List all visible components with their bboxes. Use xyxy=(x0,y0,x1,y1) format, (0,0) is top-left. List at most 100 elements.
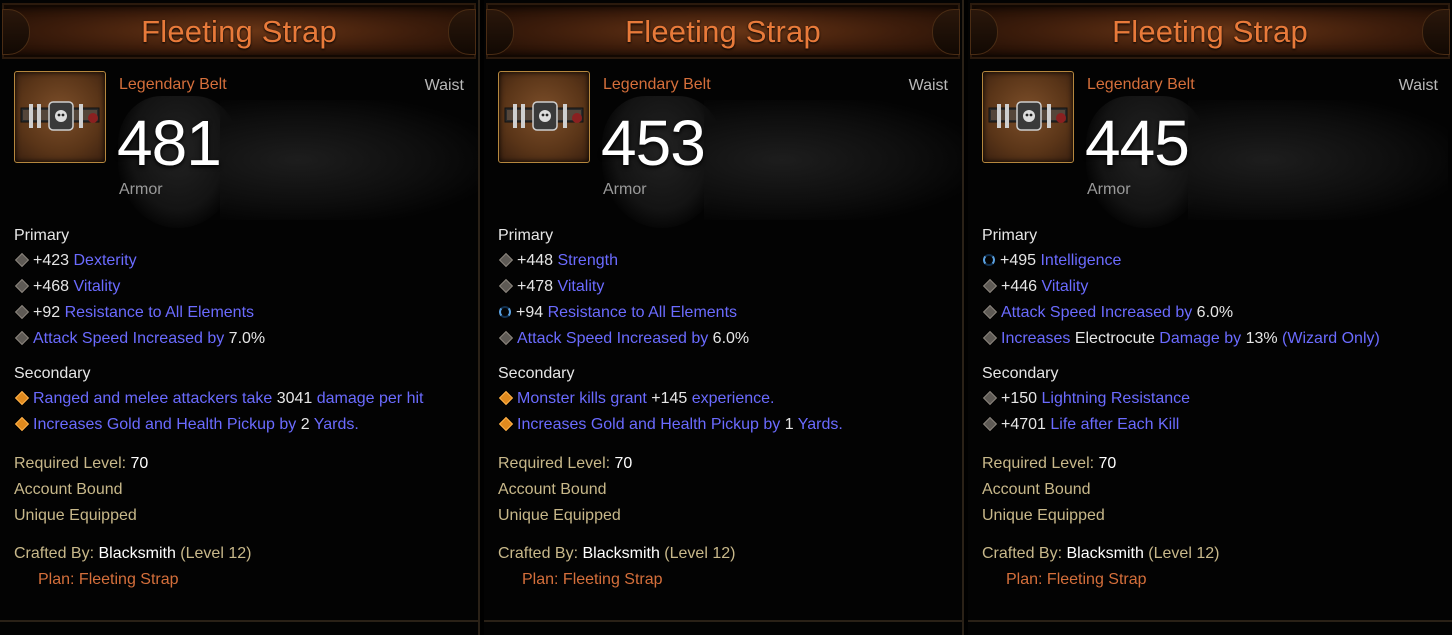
account-bound: Account Bound xyxy=(982,481,1091,498)
item-type: Legendary Belt xyxy=(119,76,227,93)
divider xyxy=(968,620,1452,622)
stat-text-part: Strength xyxy=(557,252,618,269)
armor-label: Armor xyxy=(1087,181,1131,198)
required-level-value: 70 xyxy=(130,455,149,472)
background-glow xyxy=(1188,100,1448,220)
stat-text-part: +495 xyxy=(1000,252,1041,269)
plan-name: Plan: Fleeting Strap xyxy=(1006,571,1147,588)
belt-icon-graphic xyxy=(988,101,1068,131)
grey-diamond-bullet-icon xyxy=(982,279,998,294)
account-bound: Account Bound xyxy=(14,481,123,498)
grey-diamond-bullet-icon xyxy=(14,253,30,268)
required-level: Required Level: 70 xyxy=(14,455,148,473)
item-icon-frame xyxy=(498,71,590,163)
secondary-stat: Ranged and melee attackers take 3041 dam… xyxy=(14,390,423,412)
item-tooltip-card: Fleeting Strap Legendary Belt Waist 481 Arm… xyxy=(0,0,480,635)
plan-name: Plan: Fleeting Strap xyxy=(522,571,663,588)
account-bound: Account Bound xyxy=(498,481,607,498)
stat-text-part: Yards. xyxy=(309,416,359,433)
crafter-level: (Level 12) xyxy=(1148,545,1220,562)
background-glow xyxy=(220,100,478,220)
item-tooltip-card: Fleeting Strap Legendary Belt Waist 445 Arm… xyxy=(968,0,1452,635)
stat-text-part: Monster kills grant xyxy=(517,390,652,407)
stat-text-part: +145 xyxy=(651,390,688,407)
stat-text-part: damage per hit xyxy=(312,390,424,407)
crafted-by-label: Crafted By: xyxy=(498,545,579,562)
crafter-level: (Level 12) xyxy=(664,545,736,562)
required-level-label: Required Level: xyxy=(982,455,1095,472)
grey-diamond-bullet-icon xyxy=(982,391,998,406)
stat-text-part: +478 xyxy=(517,278,558,295)
item-title: Fleeting Strap xyxy=(141,14,337,49)
stat-text-part: experience. xyxy=(687,390,775,407)
stat-text-part: Attack Speed Increased by xyxy=(33,330,229,347)
armor-value: 481 xyxy=(117,107,222,179)
unique-equipped: Unique Equipped xyxy=(498,507,621,524)
stat-text-part: Attack Speed Increased by xyxy=(1001,304,1197,321)
item-slot: Waist xyxy=(1398,77,1438,94)
title-bar: Fleeting Strap xyxy=(970,3,1450,59)
primary-stat: Increases Electrocute Damage by 13% (Wiz… xyxy=(982,330,1380,352)
title-bar: Fleeting Strap xyxy=(486,3,960,59)
stat-text-part: Increases Gold and Health Pickup by xyxy=(33,416,301,433)
stat-text-part: +446 xyxy=(1001,278,1042,295)
orange-diamond-bullet-icon xyxy=(498,417,514,432)
stat-text-part: Vitality xyxy=(557,278,605,295)
primary-stat: +478 Vitality xyxy=(498,278,604,300)
stat-text-part: Damage by xyxy=(1154,330,1246,347)
stat-text-part: 6.0% xyxy=(1196,304,1234,321)
required-level-value: 70 xyxy=(614,455,633,472)
grey-diamond-bullet-icon xyxy=(498,253,514,268)
stat-text-part: +4701 xyxy=(1001,416,1051,433)
crafted-by: Crafted By: Blacksmith (Level 12) xyxy=(982,545,1219,563)
crafted-by: Crafted By: Blacksmith (Level 12) xyxy=(498,545,735,563)
armor-label: Armor xyxy=(603,181,647,198)
secondary-section-label: Secondary xyxy=(982,365,1059,382)
stat-text-part: +92 xyxy=(33,304,65,321)
unique-equipped: Unique Equipped xyxy=(982,507,1105,524)
stat-text-part: 6.0% xyxy=(712,330,750,347)
crafted-by-label: Crafted By: xyxy=(982,545,1063,562)
stat-text-part: Life after Each Kill xyxy=(1050,416,1180,433)
primary-stat: Attack Speed Increased by 6.0% xyxy=(498,330,749,352)
stat-text-part: Resistance to All Elements xyxy=(64,304,255,321)
primary-stat: Attack Speed Increased by 6.0% xyxy=(982,304,1233,326)
grey-diamond-bullet-icon xyxy=(14,331,30,346)
divider xyxy=(0,620,478,622)
crafter-name: Blacksmith xyxy=(1066,545,1144,562)
stat-text-part: Ranged and melee attackers take xyxy=(33,390,277,407)
title-bar: Fleeting Strap xyxy=(2,3,476,59)
enchanted-reroll-icon xyxy=(983,254,995,267)
grey-diamond-bullet-icon xyxy=(498,279,514,294)
stat-text-part: Lightning Resistance xyxy=(1041,390,1191,407)
item-tooltip-card: Fleeting Strap Legendary Belt Waist 453 Arm… xyxy=(484,0,964,635)
crafted-by: Crafted By: Blacksmith (Level 12) xyxy=(14,545,251,563)
orange-diamond-bullet-icon xyxy=(14,391,30,406)
secondary-stat: +150 Lightning Resistance xyxy=(982,390,1190,412)
secondary-section-label: Secondary xyxy=(498,365,575,382)
required-level-label: Required Level: xyxy=(14,455,127,472)
primary-section-label: Primary xyxy=(14,227,70,244)
enchanted-reroll-icon xyxy=(499,306,511,319)
stat-text-part: Vitality xyxy=(1041,278,1089,295)
stat-text-part: +468 xyxy=(33,278,74,295)
stat-text-part: Electrocute xyxy=(1074,330,1155,347)
tooltip-comparison: Fleeting Strap Legendary Belt Waist 481 Arm… xyxy=(0,0,1452,635)
primary-stat: +446 Vitality xyxy=(982,278,1088,300)
grey-diamond-bullet-icon xyxy=(982,331,998,346)
required-level-value: 70 xyxy=(1098,455,1117,472)
stat-text-part: (Wizard Only) xyxy=(1277,330,1380,347)
stat-text-part: Yards. xyxy=(793,416,843,433)
item-title: Fleeting Strap xyxy=(625,14,821,49)
stat-text-part: 3041 xyxy=(276,390,313,407)
primary-section-label: Primary xyxy=(498,227,554,244)
unique-equipped: Unique Equipped xyxy=(14,507,137,524)
item-icon-frame xyxy=(14,71,106,163)
required-level: Required Level: 70 xyxy=(498,455,632,473)
required-level: Required Level: 70 xyxy=(982,455,1116,473)
item-slot: Waist xyxy=(424,77,464,94)
stat-text-part: Intelligence xyxy=(1040,252,1122,269)
stat-text-part: 1 xyxy=(784,416,794,433)
primary-stat: Attack Speed Increased by 7.0% xyxy=(14,330,265,352)
stat-text-part: Resistance to All Elements xyxy=(547,304,738,321)
